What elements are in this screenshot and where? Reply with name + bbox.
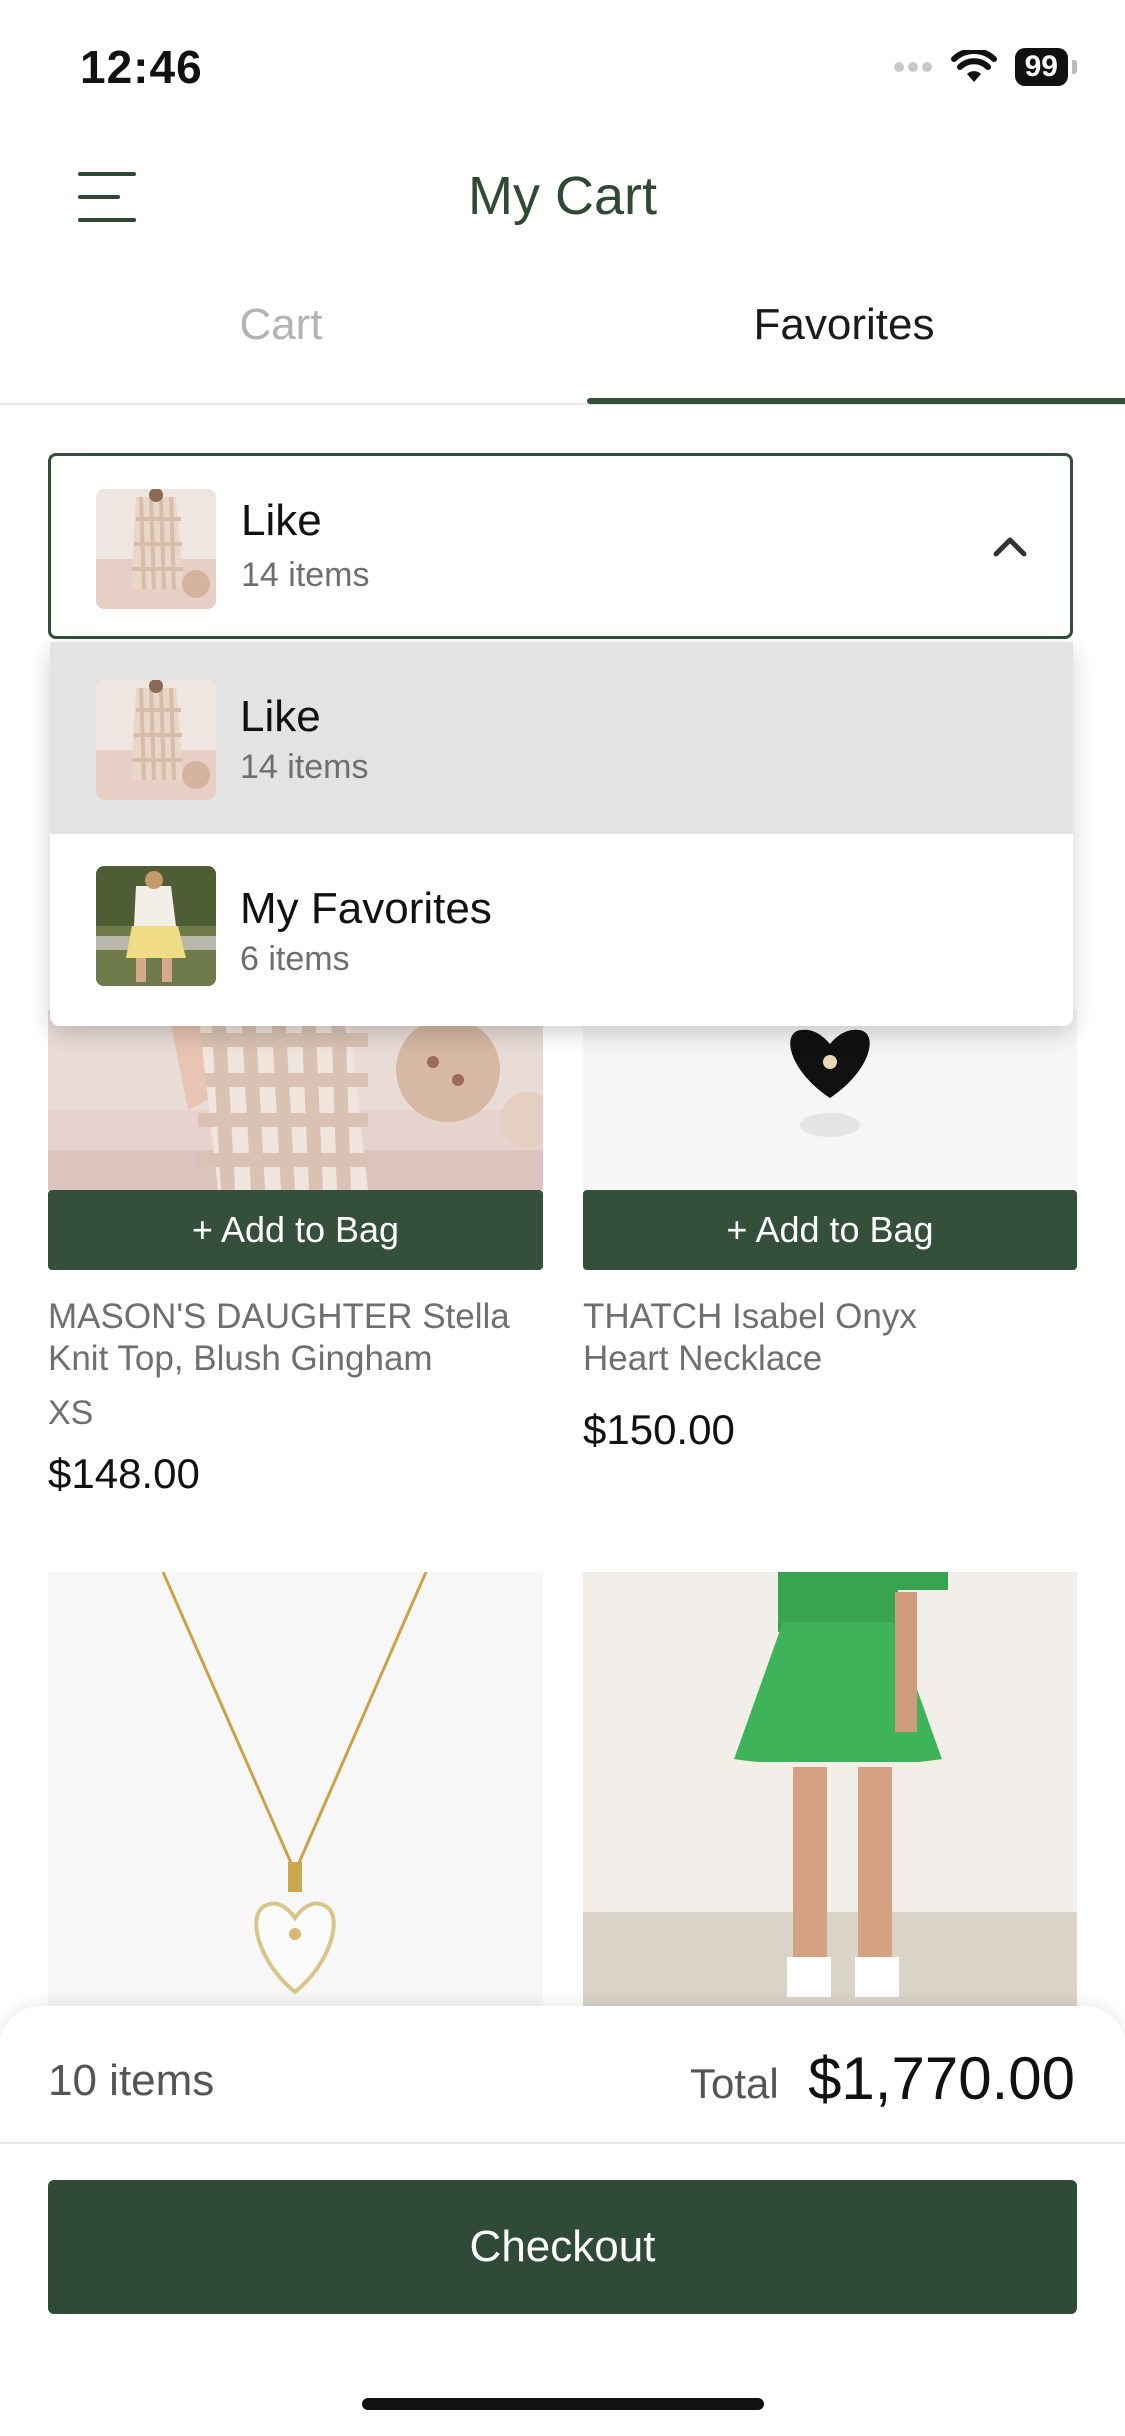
tab-favorites[interactable]: Favorites	[563, 300, 1125, 350]
status-icons: 99	[893, 48, 1077, 86]
list-thumbnail	[96, 680, 216, 800]
product-name-line1: MASON'S DAUGHTER Stella	[48, 1297, 510, 1336]
product-price: $150.00	[583, 1406, 735, 1453]
option-count: 14 items	[240, 748, 369, 786]
product-image-green-skirt[interactable]	[583, 1572, 1077, 2006]
option-name: My Favorites	[240, 884, 492, 933]
dropdown-option-my-favorites[interactable]: My Favorites 6 items	[50, 834, 1073, 1026]
product-name-line2: Knit Top, Blush Gingham	[48, 1339, 433, 1378]
product-image-heart-pendant[interactable]	[48, 1572, 543, 2006]
signal-icon	[893, 62, 932, 72]
chevron-up-icon[interactable]	[990, 526, 1030, 566]
product-price: $148.00	[48, 1450, 200, 1497]
product-name-line2: Heart Necklace	[583, 1339, 823, 1378]
option-count: 6 items	[240, 940, 350, 978]
product-name-line1: THATCH Isabel Onyx	[583, 1297, 917, 1336]
wifi-icon	[950, 50, 997, 82]
list-thumbnail	[96, 489, 216, 609]
list-thumbnail	[96, 866, 216, 986]
active-tab-indicator	[587, 398, 1125, 404]
total-label: Total	[690, 2060, 779, 2107]
dropdown-selected-count: 14 items	[241, 556, 370, 594]
dropdown-selected-name: Like	[241, 496, 322, 545]
add-to-bag-button[interactable]: + Add to Bag	[583, 1190, 1077, 1270]
battery-tip	[1072, 60, 1077, 74]
items-count: 10 items	[48, 2056, 215, 2105]
product-name[interactable]: MASON'S DAUGHTER Stella Knit Top, Blush …	[48, 1296, 548, 1380]
dropdown-menu: Like 14 items My Favorites 6 items	[50, 642, 1073, 1026]
product-name[interactable]: THATCH Isabel Onyx Heart Necklace	[583, 1296, 1077, 1380]
product-size: XS	[48, 1394, 94, 1432]
product-image-gingham-top[interactable]	[48, 1010, 543, 1190]
battery-icon: 99	[1014, 48, 1068, 86]
home-indicator	[362, 2398, 764, 2410]
page-title: My Cart	[468, 166, 657, 226]
status-time: 12:46	[80, 41, 203, 93]
add-to-bag-button[interactable]: + Add to Bag	[48, 1190, 543, 1270]
product-image-onyx-necklace[interactable]	[583, 1010, 1077, 1190]
option-name: Like	[240, 692, 321, 741]
checkout-button[interactable]: Checkout	[48, 2180, 1077, 2314]
total-value: $1,770.00	[808, 2045, 1075, 2112]
tab-cart[interactable]: Cart	[0, 300, 562, 350]
dropdown-option-like[interactable]: Like 14 items	[50, 642, 1073, 834]
favorites-list-dropdown[interactable]: Like 14 items	[48, 453, 1073, 639]
summary-divider	[0, 2142, 1125, 2144]
